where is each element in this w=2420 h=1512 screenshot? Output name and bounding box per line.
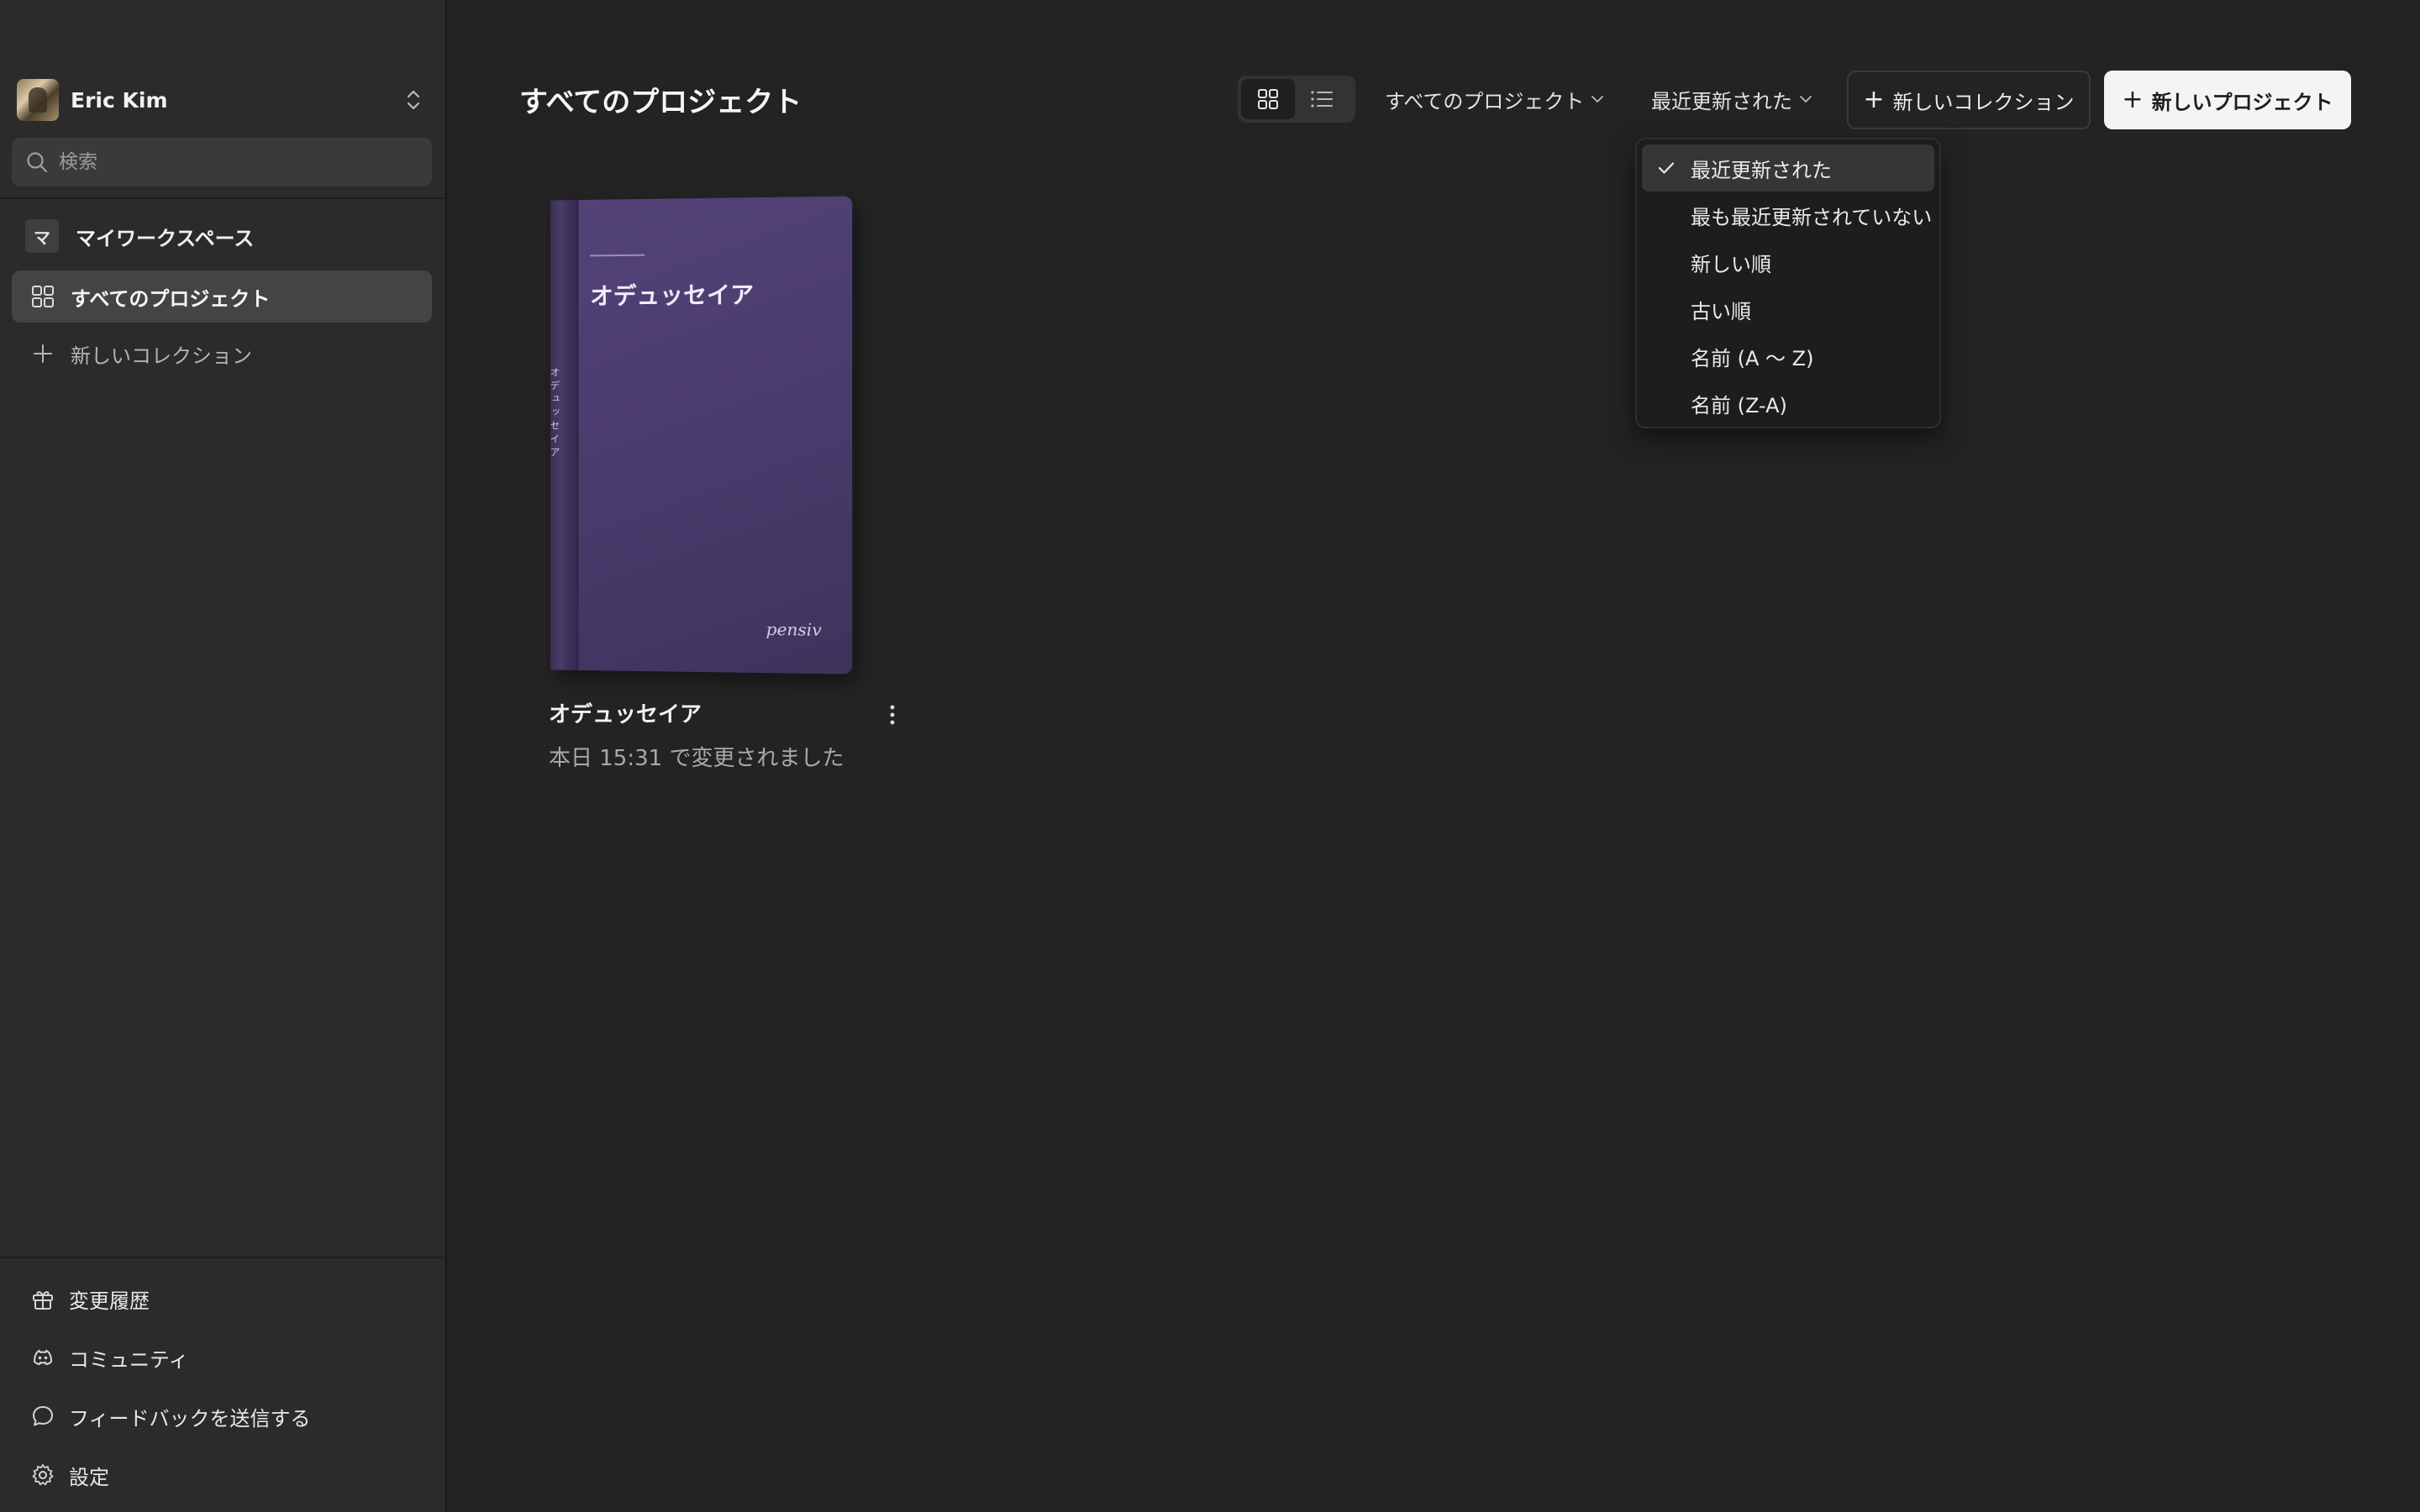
sidebar-item-label: 設定 (69, 1461, 109, 1490)
sidebar-item-label: 変更履歴 (69, 1284, 150, 1314)
menu-item-label: 名前 (A ～ Z) (1691, 342, 1813, 371)
sort-option-recently-updated[interactable]: 最近更新された (1642, 144, 1934, 192)
plus-icon: + (2122, 87, 2143, 113)
view-mode-toggle (1238, 76, 1355, 123)
sidebar-item-settings[interactable]: 設定 (30, 1454, 109, 1496)
sidebar: Eric Kim マ マイワークスペース す (0, 0, 445, 1512)
grid-view-button[interactable] (1241, 79, 1295, 119)
sort-menu: 最近更新された 最も最近更新されていない 新しい順 古い順 名前 (A ～ Z)… (1635, 138, 1941, 428)
gift-icon (30, 1286, 55, 1311)
sidebar-item-workspace[interactable]: マ マイワークスペース (12, 210, 432, 262)
button-label: 新しいプロジェクト (2152, 86, 2333, 115)
chevron-up-down-icon (403, 87, 424, 113)
user-name: Eric Kim (71, 88, 168, 113)
workspace-badge: マ (25, 219, 59, 253)
search-icon (25, 150, 49, 174)
project-card-cover[interactable]: オデュッセイア オデュッセイア pensiv (549, 198, 851, 672)
sort-option-least-recently-updated[interactable]: 最も最近更新されていない (1642, 192, 1934, 239)
cover-title: オデュッセイア (590, 276, 754, 312)
filter-label: すべてのプロジェクト (1385, 85, 1584, 114)
book-spine: オデュッセイア (550, 200, 578, 670)
new-project-button[interactable]: + 新しいプロジェクト (2104, 71, 2351, 129)
sidebar-item-label: すべてのプロジェクト (71, 282, 270, 312)
cover-rule (590, 255, 644, 257)
account-switcher[interactable]: Eric Kim (17, 77, 429, 123)
sidebar-item-community[interactable]: コミュニティ (30, 1336, 189, 1378)
sidebar-item-all-projects[interactable]: すべてのプロジェクト (12, 270, 432, 323)
sort-option-name-asc[interactable]: 名前 (A ～ Z) (1642, 333, 1934, 380)
cover-logo: pensiv (766, 619, 822, 640)
discord-icon (30, 1345, 55, 1370)
sort-option-oldest[interactable]: 古い順 (1642, 286, 1934, 333)
sort-label: 最近更新された (1651, 85, 1792, 114)
page-title: すべてのプロジェクト (519, 79, 802, 120)
chevron-down-icon (1797, 91, 1814, 108)
book-cover: オデュッセイア オデュッセイア pensiv (550, 196, 852, 674)
list-view-button[interactable] (1295, 79, 1349, 119)
project-title[interactable]: オデュッセイア (549, 697, 702, 728)
sort-option-name-desc[interactable]: 名前 (Z-A) (1642, 380, 1934, 427)
chat-bubble-icon (30, 1404, 55, 1429)
sort-option-newest[interactable]: 新しい順 (1642, 239, 1934, 286)
project-filter-dropdown[interactable]: すべてのプロジェクト (1385, 81, 1606, 118)
sidebar-item-new-collection[interactable]: 新しいコレクション (12, 328, 432, 380)
sidebar-item-label: 新しいコレクション (71, 339, 252, 369)
avatar (17, 79, 59, 121)
search-box[interactable] (12, 138, 432, 186)
sidebar-item-changelog[interactable]: 変更履歴 (30, 1278, 150, 1320)
list-icon (1309, 87, 1334, 111)
chevron-down-icon (1589, 91, 1606, 108)
search-input[interactable] (59, 151, 412, 173)
project-modified: 本日 15:31 で変更されました (549, 741, 844, 772)
plus-icon: + (1863, 87, 1884, 113)
menu-item-label: 古い順 (1691, 295, 1751, 324)
sort-dropdown[interactable]: 最近更新された (1651, 81, 1814, 118)
new-collection-button[interactable]: + 新しいコレクション (1847, 71, 2091, 129)
menu-item-label: 名前 (Z-A) (1691, 389, 1787, 418)
app-window: Eric Kim マ マイワークスペース す (0, 0, 2420, 1512)
gear-icon (30, 1462, 55, 1488)
spine-title: オデュッセイア (552, 367, 562, 460)
more-vertical-icon (889, 704, 896, 726)
grid-icon (1256, 87, 1280, 111)
button-label: 新しいコレクション (1893, 86, 2075, 115)
divider (0, 197, 445, 199)
sidebar-item-label: コミュニティ (69, 1343, 189, 1373)
project-menu-button[interactable] (881, 701, 904, 729)
sidebar-item-label: マイワークスペース (76, 222, 254, 251)
menu-item-label: 新しい順 (1691, 248, 1771, 277)
check-icon (1655, 157, 1677, 179)
sidebar-item-label: フィードバックを送信する (69, 1402, 311, 1431)
main-content: すべてのプロジェクト すべてのプロジェクト 最近更新された + 新しいコレクショ… (445, 0, 2420, 1512)
divider (0, 1257, 445, 1258)
plus-icon (30, 341, 55, 366)
sidebar-item-feedback[interactable]: フィードバックを送信する (30, 1395, 311, 1437)
menu-item-label: 最も最近更新されていない (1691, 201, 1932, 230)
menu-item-label: 最近更新された (1691, 154, 1832, 183)
grid-icon (30, 284, 55, 309)
